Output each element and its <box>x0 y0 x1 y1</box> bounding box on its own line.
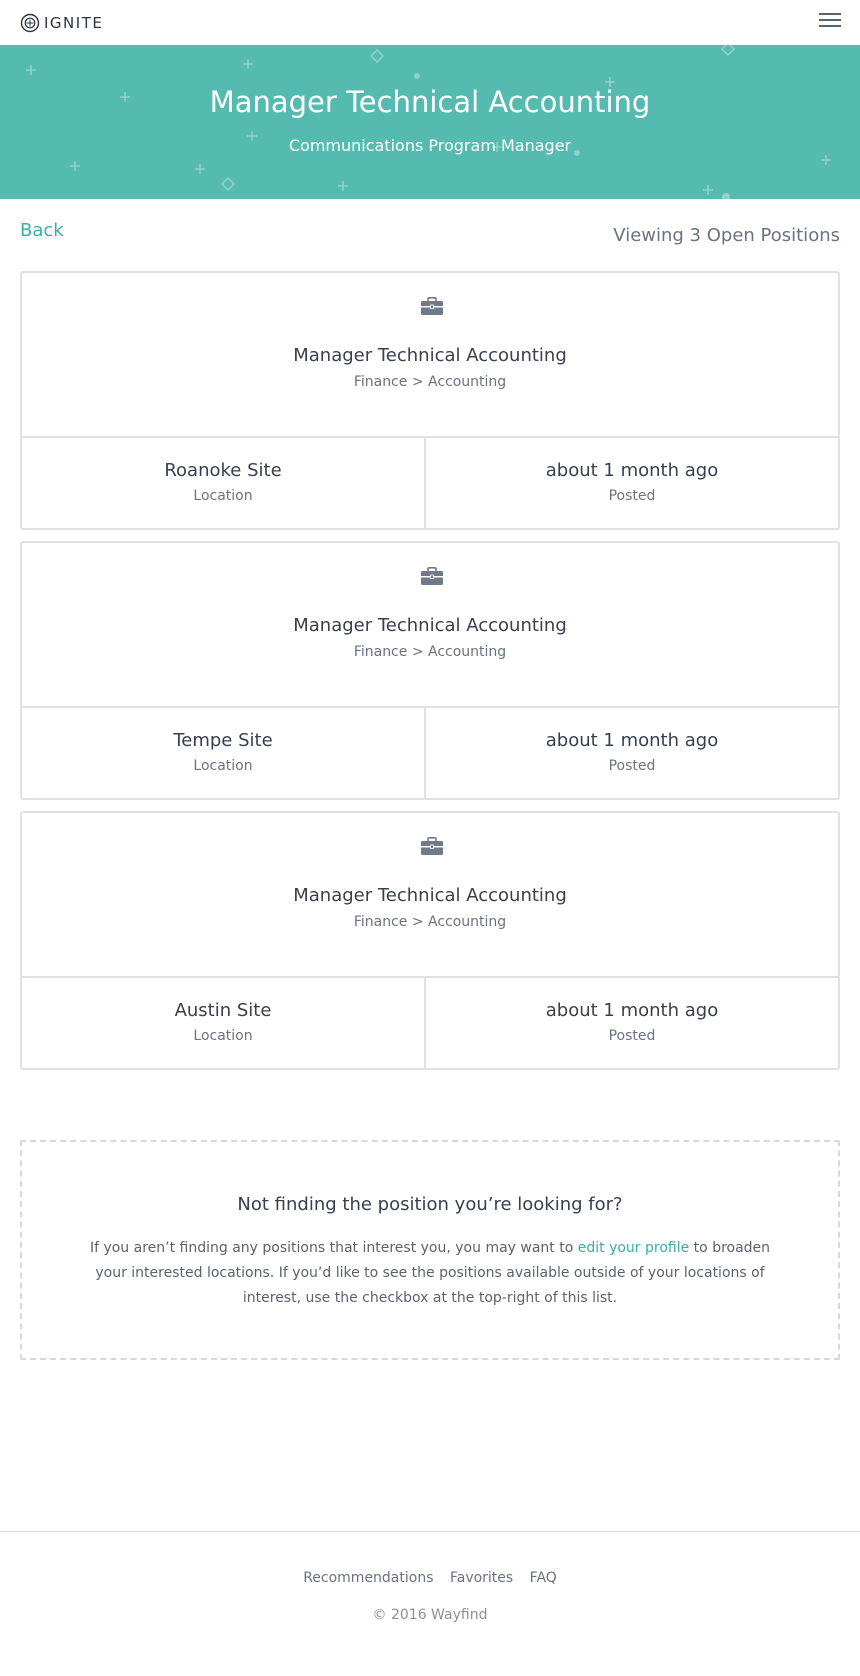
info-title: Not finding the position you’re looking … <box>237 1194 623 1215</box>
position-category: Finance > Accounting <box>353 914 507 930</box>
footer-link-recommendations[interactable]: Recommendations <box>303 1570 433 1586</box>
footer-divider <box>0 1531 860 1532</box>
posted-label: Posted <box>608 758 656 774</box>
briefcase-icon <box>421 837 443 855</box>
position-title: Manager Technical Accounting <box>293 345 567 366</box>
location-value: Roanoke Site <box>164 460 282 481</box>
position-meta: Roanoke Site Location about 1 month ago … <box>22 436 838 528</box>
location-cell: Tempe Site Location <box>22 708 426 798</box>
sparkle-pattern-decoration <box>26 45 831 199</box>
info-text: If you aren’t finding any positions that… <box>82 1236 778 1311</box>
footer-links: Recommendations Favorites FAQ <box>0 1570 860 1586</box>
hero-title: Manager Technical Accounting <box>209 85 651 119</box>
brand-logo[interactable]: IGNITE <box>20 13 103 33</box>
open-positions-count: Viewing 3 Open Positions <box>613 225 840 246</box>
position-meta: Austin Site Location about 1 month ago P… <box>22 976 838 1068</box>
hamburger-menu-icon[interactable] <box>819 13 841 31</box>
posted-cell: about 1 month ago Posted <box>426 978 838 1068</box>
hero-banner: Manager Technical Accounting Communicati… <box>0 45 860 199</box>
position-card[interactable]: Manager Technical Accounting Finance > A… <box>20 541 840 800</box>
position-title: Manager Technical Accounting <box>293 615 567 636</box>
posted-value: about 1 month ago <box>545 730 719 751</box>
edit-profile-link[interactable]: edit your profile <box>578 1240 689 1256</box>
position-card[interactable]: Manager Technical Accounting Finance > A… <box>20 271 840 530</box>
brand-name: IGNITE <box>44 14 104 32</box>
location-value: Tempe Site <box>173 730 273 751</box>
briefcase-icon <box>421 567 443 585</box>
position-card-header: Manager Technical Accounting Finance > A… <box>22 543 838 706</box>
location-value: Austin Site <box>174 1000 272 1021</box>
position-card[interactable]: Manager Technical Accounting Finance > A… <box>20 811 840 1070</box>
position-list: Manager Technical Accounting Finance > A… <box>20 271 840 1081</box>
position-meta: Tempe Site Location about 1 month ago Po… <box>22 706 838 798</box>
posted-cell: about 1 month ago Posted <box>426 438 838 528</box>
position-category: Finance > Accounting <box>353 374 507 390</box>
location-label: Location <box>193 1028 253 1044</box>
ignite-logo-icon <box>20 13 40 33</box>
copyright: © 2016 Wayfind <box>372 1607 488 1623</box>
posted-cell: about 1 month ago Posted <box>426 708 838 798</box>
position-category: Finance > Accounting <box>353 644 507 660</box>
position-card-header: Manager Technical Accounting Finance > A… <box>22 273 838 436</box>
footer-link-faq[interactable]: FAQ <box>530 1570 557 1586</box>
location-cell: Austin Site Location <box>22 978 426 1068</box>
top-nav-bar: IGNITE <box>0 0 860 45</box>
posted-label: Posted <box>608 488 656 504</box>
posted-value: about 1 month ago <box>545 460 719 481</box>
footer-link-favorites[interactable]: Favorites <box>450 1570 513 1586</box>
briefcase-icon <box>421 297 443 315</box>
location-label: Location <box>193 488 253 504</box>
info-text-before: If you aren’t finding any positions that… <box>89 1240 578 1256</box>
hero-subtitle: Communications Program Manager <box>288 136 572 155</box>
posted-value: about 1 month ago <box>545 1000 719 1021</box>
location-label: Location <box>193 758 253 774</box>
back-link[interactable]: Back <box>20 220 64 241</box>
location-cell: Roanoke Site Location <box>22 438 426 528</box>
position-title: Manager Technical Accounting <box>293 885 567 906</box>
position-card-header: Manager Technical Accounting Finance > A… <box>22 813 838 976</box>
posted-label: Posted <box>608 1028 656 1044</box>
not-finding-position-box: Not finding the position you’re looking … <box>20 1140 840 1360</box>
